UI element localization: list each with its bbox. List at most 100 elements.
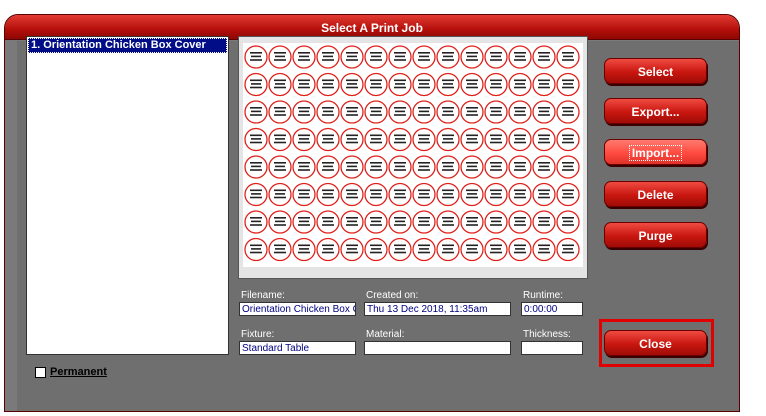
sticker-text-line: [322, 196, 334, 199]
sticker-text-line: [298, 134, 310, 137]
sticker-text-line: [466, 79, 478, 82]
sticker-text-line: [323, 83, 333, 85]
sticker-text-line: [322, 217, 334, 219]
permanent-checkbox-box[interactable]: [35, 366, 46, 378]
sticker-text-line: [394, 224, 406, 226]
sticker-text-line: [538, 86, 550, 89]
sticker-text-line: [274, 114, 286, 116]
sticker-text-line: [298, 79, 310, 82]
sticker-text-line: [346, 59, 358, 61]
sticker-text-line: [370, 224, 382, 226]
sticker-text-line: [466, 134, 478, 137]
sticker-text-line: [467, 248, 477, 250]
sticker-text-line: [443, 110, 453, 113]
sticker-text-line: [274, 217, 286, 219]
delete-button[interactable]: Delete: [604, 181, 707, 207]
filename-label: Filename:: [241, 290, 285, 301]
sticker-text-line: [346, 169, 358, 171]
sticker-text-line: [274, 107, 286, 109]
sticker-text-line: [274, 79, 286, 82]
sticker-text-line: [442, 251, 454, 254]
thickness-field: [521, 341, 583, 355]
sticker-text-line: [323, 248, 333, 250]
sticker-text-line: [419, 193, 429, 195]
sticker-text-line: [418, 86, 430, 89]
select-button[interactable]: Select: [604, 58, 707, 84]
sticker-text-line: [298, 189, 310, 192]
sticker-text-line: [274, 141, 286, 144]
sticker-text-line: [323, 165, 333, 168]
sticker-text-line: [347, 138, 357, 140]
sticker-text-line: [346, 114, 358, 116]
export-button[interactable]: Export...: [604, 98, 707, 124]
sticker-text-line: [298, 244, 310, 247]
sticker-text-line: [370, 114, 382, 116]
sticker-text-line: [490, 141, 502, 144]
sticker-text-line: [466, 244, 478, 247]
sticker-text-line: [562, 114, 574, 116]
sticker-text-line: [299, 193, 309, 195]
sticker-text-line: [299, 165, 309, 168]
close-button[interactable]: Close: [604, 330, 707, 356]
sticker-text-line: [275, 220, 285, 223]
sticker-text-line: [466, 251, 478, 254]
purge-button[interactable]: Purge: [604, 222, 707, 248]
sticker-text-line: [394, 79, 406, 82]
sticker-text-line: [514, 52, 526, 54]
sticker-text-line: [322, 251, 334, 254]
sticker-text-line: [491, 248, 501, 250]
sticker-text-line: [419, 110, 429, 113]
sticker-text-line: [395, 83, 405, 85]
sticker-text-line: [514, 107, 526, 109]
sticker-text-line: [490, 251, 502, 254]
sticker-text-line: [394, 169, 406, 171]
sticker-text-line: [370, 169, 382, 171]
job-list[interactable]: 1. Orientation Chicken Box Cover: [26, 36, 229, 355]
sticker-text-line: [346, 86, 358, 89]
sticker-text-line: [322, 162, 334, 164]
sticker-text-line: [370, 162, 382, 164]
sticker-text-line: [250, 107, 262, 109]
sticker-text-line: [250, 86, 262, 89]
sticker-text-line: [443, 220, 453, 223]
sticker-text-line: [467, 138, 477, 140]
sticker-text-line: [418, 141, 430, 144]
sticker-text-line: [466, 162, 478, 164]
sticker-text-line: [418, 244, 430, 247]
sticker-text-line: [370, 52, 382, 54]
sticker-text-line: [251, 110, 261, 113]
sticker-text-line: [395, 220, 405, 223]
sticker-text-line: [563, 193, 573, 195]
sticker-text-line: [442, 59, 454, 61]
job-list-item[interactable]: 1. Orientation Chicken Box Cover: [28, 38, 227, 53]
sticker-text-line: [466, 224, 478, 226]
sticker-text-line: [394, 59, 406, 61]
sticker-text-line: [251, 83, 261, 85]
sticker-text-line: [347, 110, 357, 113]
sticker-text-line: [466, 141, 478, 144]
thickness-label: Thickness:: [523, 329, 571, 340]
sticker-text-line: [443, 55, 453, 58]
sticker-text-line: [298, 224, 310, 226]
sticker-text-line: [251, 165, 261, 168]
permanent-checkbox[interactable]: Permanent: [35, 366, 107, 378]
sticker-text-line: [347, 220, 357, 223]
sticker-text-line: [394, 114, 406, 116]
import-button-label: Import...: [628, 145, 683, 161]
sticker-text-line: [299, 138, 309, 140]
sticker-text-line: [490, 217, 502, 219]
sticker-text-line: [323, 220, 333, 223]
sticker-text-line: [538, 162, 550, 164]
sticker-text-line: [466, 169, 478, 171]
sticker-text-line: [298, 217, 310, 219]
sticker-text-line: [298, 86, 310, 89]
sticker-text-line: [539, 193, 549, 195]
import-button[interactable]: Import...: [604, 139, 707, 165]
runtime-label: Runtime:: [523, 290, 564, 301]
material-field: [364, 341, 511, 355]
runtime-field: 0:00:00: [521, 302, 583, 316]
sticker-text-line: [442, 196, 454, 199]
sticker-text-line: [394, 189, 406, 192]
preview-sheet: [243, 43, 583, 267]
sticker-text-line: [371, 55, 381, 58]
